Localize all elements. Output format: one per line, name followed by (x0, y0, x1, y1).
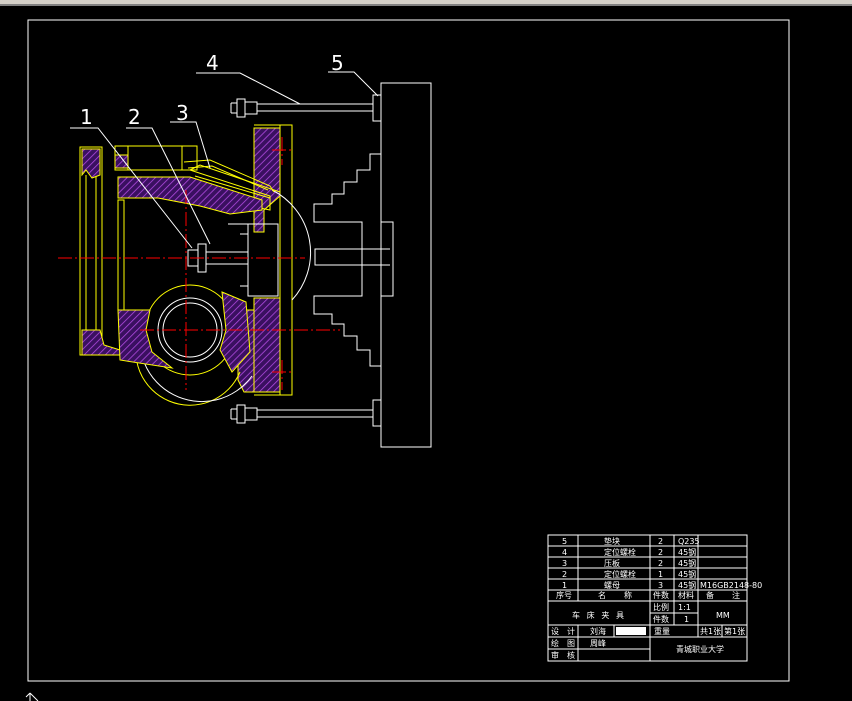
parts-row-4-no: 4 (562, 548, 567, 557)
title-block (547, 534, 748, 662)
drawing-name: 车床夹具 (572, 610, 624, 620)
sheets-label: 共1张 (700, 627, 721, 636)
parts-row-3-material: 45钢 (678, 558, 696, 568)
parts-row-5-qty: 2 (658, 537, 663, 546)
mounting-plate (313, 82, 432, 448)
callout-1: 1 (80, 105, 93, 129)
designer-signature-box (616, 627, 646, 635)
parts-row-1-no: 1 (562, 581, 567, 590)
parts-row-5-no: 5 (562, 537, 567, 546)
parts-row-2-material: 45钢 (678, 569, 696, 579)
designer-name: 刘海 (590, 626, 606, 636)
school-name: 青城职业大学 (676, 644, 724, 654)
parts-row-2-name: 定位螺栓 (604, 569, 636, 579)
weight-label: 重量 (654, 626, 670, 636)
sheet-no: 第1张 (724, 626, 745, 636)
callout-2: 2 (128, 105, 141, 129)
locating-bolt-top (230, 98, 373, 118)
header-name: 名称 (598, 590, 632, 600)
parts-row-4-name: 定位螺栓 (604, 547, 636, 557)
count-value: 1 (684, 615, 689, 624)
parts-row-1-note: M16GB2148-80 (700, 581, 762, 590)
ucs-icon (25, 692, 39, 701)
check-label: 审核 (551, 650, 575, 660)
parts-row-5-name: 垫块 (604, 536, 620, 546)
parts-row-1-name: 螺母 (604, 580, 620, 590)
unit-label: MM (716, 611, 730, 620)
parts-row-1-material: 45钢 (678, 580, 696, 590)
callout-3: 3 (176, 101, 189, 125)
parts-row-2-no: 2 (562, 570, 567, 579)
parts-row-4-material: 45钢 (678, 547, 696, 557)
workpiece-section (81, 148, 263, 373)
fixture-drawing: 1 2 3 4 5 5 垫块 2 Q235 4 定位螺栓 2 45钢 3 压板 2 45钢 2 定位螺栓 1… (0, 0, 852, 701)
parts-list: 5 垫块 2 Q235 4 定位螺栓 2 45钢 3 压板 2 45钢 2 定位螺栓 1 45钢 1 螺母 3 45钢… (562, 536, 762, 590)
header-material: 材料 (678, 590, 694, 600)
scale-value: 1:1 (678, 603, 691, 612)
design-label: 设计 (551, 626, 575, 636)
count-label: 件数 (653, 614, 669, 624)
header-note: 备注 (706, 590, 740, 600)
callout-5: 5 (331, 51, 344, 75)
parts-row-1-qty: 3 (658, 581, 663, 590)
drafter-name: 周峰 (590, 638, 606, 648)
drawing-label: 绘图 (551, 638, 575, 648)
locating-bolt-bottom (230, 404, 373, 424)
header-no: 序号 (556, 590, 572, 600)
window-top-shadow (0, 4, 852, 6)
parts-row-2-qty: 1 (658, 570, 663, 579)
parts-row-4-qty: 2 (658, 548, 663, 557)
parts-row-3-no: 3 (562, 559, 567, 568)
parts-row-3-name: 压板 (604, 558, 620, 568)
parts-row-5-material: Q235 (678, 537, 700, 546)
parts-row-3-qty: 2 (658, 559, 663, 568)
scale-label: 比例 (653, 602, 669, 612)
header-qty: 件数 (653, 590, 669, 600)
window-top-strip (0, 0, 852, 4)
callout-4: 4 (206, 51, 219, 75)
